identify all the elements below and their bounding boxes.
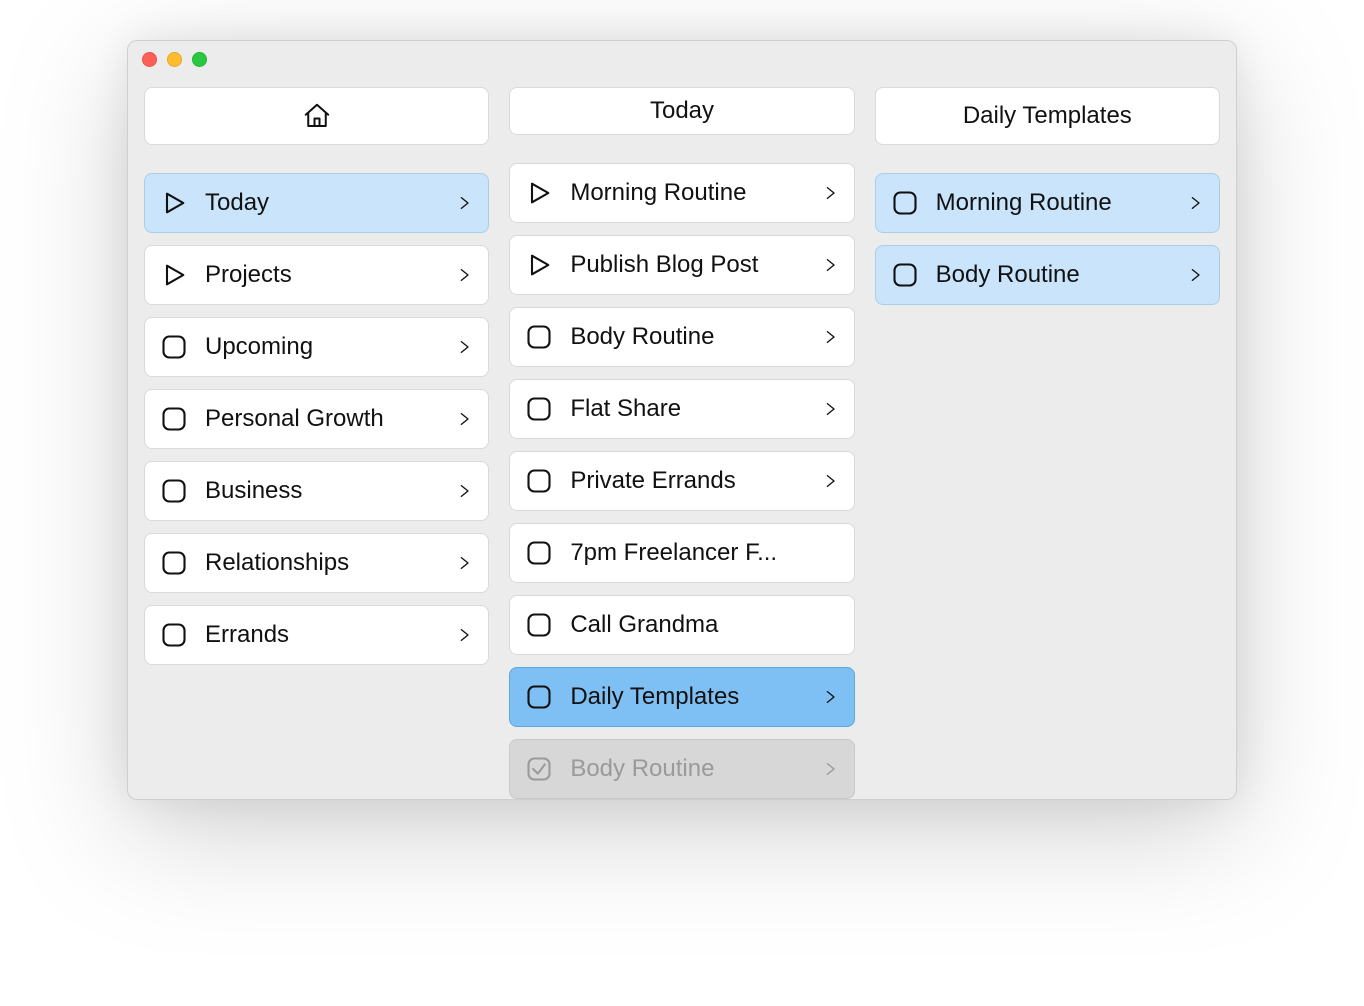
chevron-right-icon <box>454 333 474 361</box>
list-item-label: Morning Routine <box>936 189 1169 217</box>
list-item-label: Morning Routine <box>570 179 803 207</box>
checkbox-icon <box>159 477 189 505</box>
checkbox-icon <box>524 539 554 567</box>
column-header-label: Today <box>650 97 714 125</box>
checkbox-icon <box>524 323 554 351</box>
checkbox-icon <box>524 395 554 423</box>
column-header-daily-templates[interactable]: Daily Templates <box>875 87 1220 145</box>
home-icon <box>302 99 332 133</box>
checkbox-icon <box>159 549 189 577</box>
list-item-label: Call Grandma <box>570 611 803 639</box>
list-item-private-errands[interactable]: Private Errands <box>509 451 854 511</box>
list-item-projects[interactable]: Projects <box>144 245 489 305</box>
chevron-right-icon <box>820 179 840 207</box>
list-item-body-routine-template[interactable]: Body Routine <box>875 245 1220 305</box>
play-icon <box>159 189 189 217</box>
list-item-morning-routine-template[interactable]: Morning Routine <box>875 173 1220 233</box>
chevron-right-icon <box>454 477 474 505</box>
list-item-label: Business <box>205 477 438 505</box>
list-item-label: Today <box>205 189 438 217</box>
list-item-relationships[interactable]: Relationships <box>144 533 489 593</box>
list-item-errands[interactable]: Errands <box>144 605 489 665</box>
chevron-right-icon <box>820 323 840 351</box>
column-daily-templates: Daily Templates Morning Routine Body Rou… <box>875 87 1220 799</box>
list-item-label: 7pm Freelancer F... <box>570 539 803 567</box>
checkbox-icon <box>159 333 189 361</box>
list-home: Today Projects Upcoming <box>144 173 489 665</box>
checkbox-checked-icon <box>524 755 554 783</box>
list-item-flat-share[interactable]: Flat Share <box>509 379 854 439</box>
list-item-label: Flat Share <box>570 395 803 423</box>
list-item-freelancer[interactable]: 7pm Freelancer F... <box>509 523 854 583</box>
column-header-today[interactable]: Today <box>509 87 854 135</box>
list-item-label: Personal Growth <box>205 405 438 433</box>
checkbox-icon <box>890 261 920 289</box>
list-item-label: Body Routine <box>570 323 803 351</box>
checkbox-icon <box>524 467 554 495</box>
list-item-call-grandma[interactable]: Call Grandma <box>509 595 854 655</box>
column-today: Today Morning Routine Publish Blog Post <box>509 87 854 799</box>
list-item-label: Daily Templates <box>570 683 803 711</box>
play-icon <box>524 251 554 279</box>
list-item-today[interactable]: Today <box>144 173 489 233</box>
list-item-upcoming[interactable]: Upcoming <box>144 317 489 377</box>
list-item-body-routine-done[interactable]: Body Routine <box>509 739 854 799</box>
checkbox-icon <box>890 189 920 217</box>
list-item-morning-routine[interactable]: Morning Routine <box>509 163 854 223</box>
list-item-publish-blog-post[interactable]: Publish Blog Post <box>509 235 854 295</box>
chevron-right-icon <box>454 261 474 289</box>
titlebar <box>128 41 1236 77</box>
minimize-icon[interactable] <box>167 52 182 67</box>
zoom-icon[interactable] <box>192 52 207 67</box>
list-item-label: Projects <box>205 261 438 289</box>
app-window: Today Projects Upcoming <box>127 40 1237 800</box>
list-item-label: Relationships <box>205 549 438 577</box>
close-icon[interactable] <box>142 52 157 67</box>
list-daily-templates: Morning Routine Body Routine <box>875 173 1220 305</box>
list-today: Morning Routine Publish Blog Post Body R… <box>509 163 854 799</box>
chevron-right-icon <box>820 395 840 423</box>
column-header-label: Daily Templates <box>963 102 1132 130</box>
checkbox-icon <box>524 683 554 711</box>
list-item-label: Errands <box>205 621 438 649</box>
checkbox-icon <box>524 611 554 639</box>
play-icon <box>524 179 554 207</box>
list-item-label: Body Routine <box>936 261 1169 289</box>
chevron-right-icon <box>820 251 840 279</box>
list-item-label: Private Errands <box>570 467 803 495</box>
column-home: Today Projects Upcoming <box>144 87 489 799</box>
chevron-right-icon <box>454 621 474 649</box>
chevron-right-icon <box>1185 189 1205 217</box>
chevron-right-icon <box>820 683 840 711</box>
column-header-home[interactable] <box>144 87 489 145</box>
checkbox-icon <box>159 621 189 649</box>
chevron-right-icon <box>820 755 840 783</box>
play-icon <box>159 261 189 289</box>
chevron-right-icon <box>820 467 840 495</box>
chevron-right-icon <box>1185 261 1205 289</box>
columns: Today Projects Upcoming <box>128 77 1236 799</box>
chevron-right-icon <box>454 549 474 577</box>
list-item-label: Body Routine <box>570 755 803 783</box>
list-item-label: Publish Blog Post <box>570 251 803 279</box>
list-item-business[interactable]: Business <box>144 461 489 521</box>
checkbox-icon <box>159 405 189 433</box>
list-item-label: Upcoming <box>205 333 438 361</box>
list-item-daily-templates[interactable]: Daily Templates <box>509 667 854 727</box>
list-item-personal-growth[interactable]: Personal Growth <box>144 389 489 449</box>
list-item-body-routine[interactable]: Body Routine <box>509 307 854 367</box>
chevron-right-icon <box>454 405 474 433</box>
chevron-right-icon <box>454 189 474 217</box>
